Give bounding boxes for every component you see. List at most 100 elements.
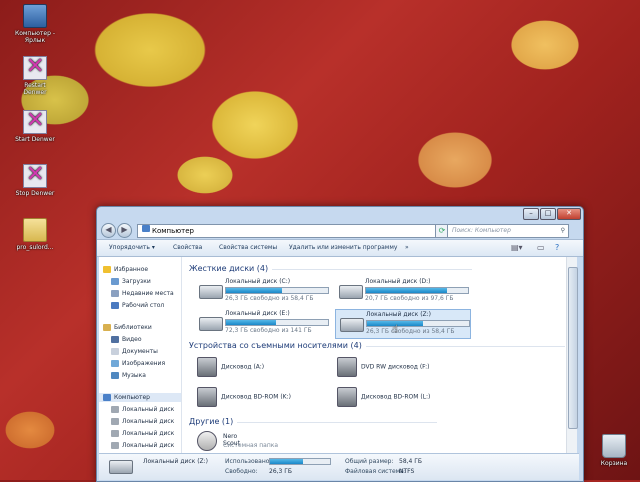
floppy-drive-icon bbox=[197, 357, 217, 377]
denwer-icon bbox=[23, 108, 47, 134]
details-fs-label: Файловая система: bbox=[345, 468, 406, 475]
desktop-icon-label: Restart Denwer bbox=[23, 82, 47, 96]
drive-name: Локальный диск (D:) bbox=[365, 278, 431, 285]
more-button[interactable]: » bbox=[405, 244, 409, 251]
drive-item[interactable]: Локальный диск (C:) 26,3 ГБ свободно из … bbox=[195, 277, 329, 305]
device-item[interactable]: DVD RW дисковод (F:) bbox=[337, 357, 430, 377]
vertical-scrollbar[interactable] bbox=[566, 257, 578, 453]
desktop-icon-label: Start Denwer bbox=[15, 136, 55, 143]
nav-label: Документы bbox=[122, 348, 158, 355]
group-removable[interactable]: Устройства со съемными носителями (4) bbox=[189, 341, 565, 350]
downloads-icon bbox=[111, 278, 119, 285]
pictures-icon bbox=[111, 360, 119, 367]
drive-usage-bar bbox=[225, 319, 329, 326]
nav-item-recent[interactable]: Недавние места bbox=[111, 289, 174, 298]
nav-item-favorites[interactable]: Избранное bbox=[103, 265, 148, 274]
recycle-bin-icon bbox=[602, 434, 626, 458]
desktop-icon-label: pro_sulord... bbox=[16, 244, 54, 251]
nav-label: Избранное bbox=[114, 266, 149, 273]
address-bar[interactable]: Компьютер ▾ bbox=[137, 224, 449, 238]
nav-label: Локальный диск bbox=[122, 406, 175, 413]
nav-item-documents[interactable]: Документы bbox=[111, 347, 158, 356]
drive-free-space: 72,3 ГБ свободно из 141 ГБ bbox=[225, 327, 312, 334]
nav-item-video[interactable]: Видео bbox=[111, 335, 142, 344]
view-options-icon[interactable]: ▤▾ bbox=[511, 243, 523, 252]
help-icon[interactable]: ? bbox=[555, 243, 559, 252]
details-fs-value: NTFS bbox=[399, 468, 415, 475]
hard-drive-icon bbox=[199, 285, 223, 299]
drive-name: Локальный диск (C:) bbox=[225, 278, 291, 285]
desktop-icon-start-denwer[interactable]: Start Denwer bbox=[13, 108, 57, 143]
nav-item-disk[interactable]: Локальный диск bbox=[111, 417, 174, 426]
details-usage-bar bbox=[269, 458, 331, 465]
nav-item-disk[interactable]: Локальный диск bbox=[111, 429, 174, 438]
details-total-label: Общий размер: bbox=[345, 458, 394, 465]
dvd-drive-icon bbox=[337, 357, 357, 377]
nav-item-libraries[interactable]: Библиотеки bbox=[103, 323, 152, 332]
hard-drive-icon bbox=[111, 418, 119, 425]
nav-item-disk[interactable]: Локальный диск bbox=[111, 405, 174, 414]
system-properties-button[interactable]: Свойства системы bbox=[219, 244, 277, 251]
desktop-icon-restart-denwer[interactable]: Restart Denwer bbox=[13, 54, 57, 96]
hard-drive-icon bbox=[111, 430, 119, 437]
device-item[interactable]: Дисковод BD-ROM (K:) bbox=[197, 387, 291, 407]
other-item[interactable]: Nero Scout Системная папка bbox=[197, 431, 278, 451]
nav-item-computer[interactable]: Компьютер bbox=[99, 393, 181, 402]
nav-label: Загрузки bbox=[122, 278, 151, 285]
device-item[interactable]: Дисковод (A:) bbox=[197, 357, 264, 377]
documents-icon bbox=[111, 348, 119, 355]
command-bar: Упорядочить ▾ Свойства Свойства системы … bbox=[97, 239, 583, 257]
window-controls: – □ ✕ bbox=[522, 208, 581, 220]
drive-name: Локальный диск (Z:) bbox=[366, 311, 432, 318]
device-item[interactable]: Дисковод BD-ROM (L:) bbox=[337, 387, 430, 407]
forward-button[interactable]: ▶ bbox=[117, 223, 132, 238]
scrollbar-thumb[interactable] bbox=[568, 267, 578, 429]
group-other[interactable]: Другие (1) bbox=[189, 417, 439, 426]
address-row: ◀ ▶ Компьютер ▾ ⟳ Поиск: Компьютер ⚲ bbox=[97, 221, 583, 239]
desktop-icon-folder[interactable]: pro_sulord... bbox=[13, 218, 57, 251]
device-name: Дисковод BD-ROM (K:) bbox=[221, 393, 291, 401]
other-type: Системная папка bbox=[223, 442, 279, 449]
nav-item-disk[interactable]: Локальный диск bbox=[111, 441, 174, 450]
close-button[interactable]: ✕ bbox=[557, 208, 581, 220]
maximize-button[interactable]: □ bbox=[540, 208, 556, 220]
explorer-body: Избранное Загрузки Недавние места Рабочи… bbox=[99, 257, 578, 453]
search-input[interactable]: Поиск: Компьютер ⚲ bbox=[447, 224, 569, 238]
minimize-button[interactable]: – bbox=[523, 208, 539, 220]
nav-label: Рабочий стол bbox=[122, 302, 165, 309]
denwer-icon bbox=[23, 54, 47, 80]
nav-item-downloads[interactable]: Загрузки bbox=[111, 277, 151, 286]
address-text: Компьютер bbox=[152, 227, 194, 235]
bd-drive-icon bbox=[337, 387, 357, 407]
drive-free-space: 26,3 ГБ свободно из 58,4 ГБ bbox=[225, 295, 314, 302]
group-hard-drives[interactable]: Жесткие диски (4) bbox=[189, 264, 473, 273]
nav-item-music[interactable]: Музыка bbox=[111, 371, 146, 380]
drive-item[interactable]: Локальный диск (D:) 20,7 ГБ свободно из … bbox=[335, 277, 469, 305]
computer-shortcut-icon bbox=[23, 4, 47, 28]
drive-free-space: 20,7 ГБ свободно из 97,6 ГБ bbox=[365, 295, 454, 302]
drive-item[interactable]: Локальный диск (E:) 72,3 ГБ свободно из … bbox=[195, 309, 329, 337]
nav-label: Локальный диск bbox=[122, 430, 175, 437]
nav-label: Изображения bbox=[122, 360, 166, 367]
drive-usage-bar bbox=[366, 320, 470, 327]
nav-label: Компьютер bbox=[114, 394, 150, 401]
desktop-icon-computer[interactable]: Компьютер - Ярлык bbox=[13, 4, 57, 44]
hard-drive-icon bbox=[111, 406, 119, 413]
drive-usage-fill bbox=[226, 288, 283, 293]
nav-item-pictures[interactable]: Изображения bbox=[111, 359, 165, 368]
desktop-icon-stop-denwer[interactable]: Stop Denwer bbox=[13, 162, 57, 197]
nav-label: Видео bbox=[122, 336, 142, 343]
preview-pane-icon[interactable]: ▭ bbox=[537, 243, 545, 252]
uninstall-program-button[interactable]: Удалить или изменить программу bbox=[289, 244, 397, 251]
organize-button[interactable]: Упорядочить ▾ bbox=[109, 244, 155, 251]
nav-item-desktop[interactable]: Рабочий стол bbox=[111, 301, 164, 310]
properties-button[interactable]: Свойства bbox=[173, 244, 202, 251]
back-button[interactable]: ◀ bbox=[101, 223, 116, 238]
device-name: Дисковод (A:) bbox=[221, 363, 265, 371]
drive-item-selected[interactable]: Локальный диск (Z:) 26,3 ГБ свободно из … bbox=[335, 309, 471, 339]
computer-icon bbox=[142, 225, 150, 232]
hard-drive-icon bbox=[339, 285, 363, 299]
title-bar[interactable]: – □ ✕ bbox=[97, 207, 583, 221]
desktop-icon-recycle-bin[interactable]: Корзина bbox=[592, 434, 636, 467]
computer-icon bbox=[103, 394, 111, 401]
